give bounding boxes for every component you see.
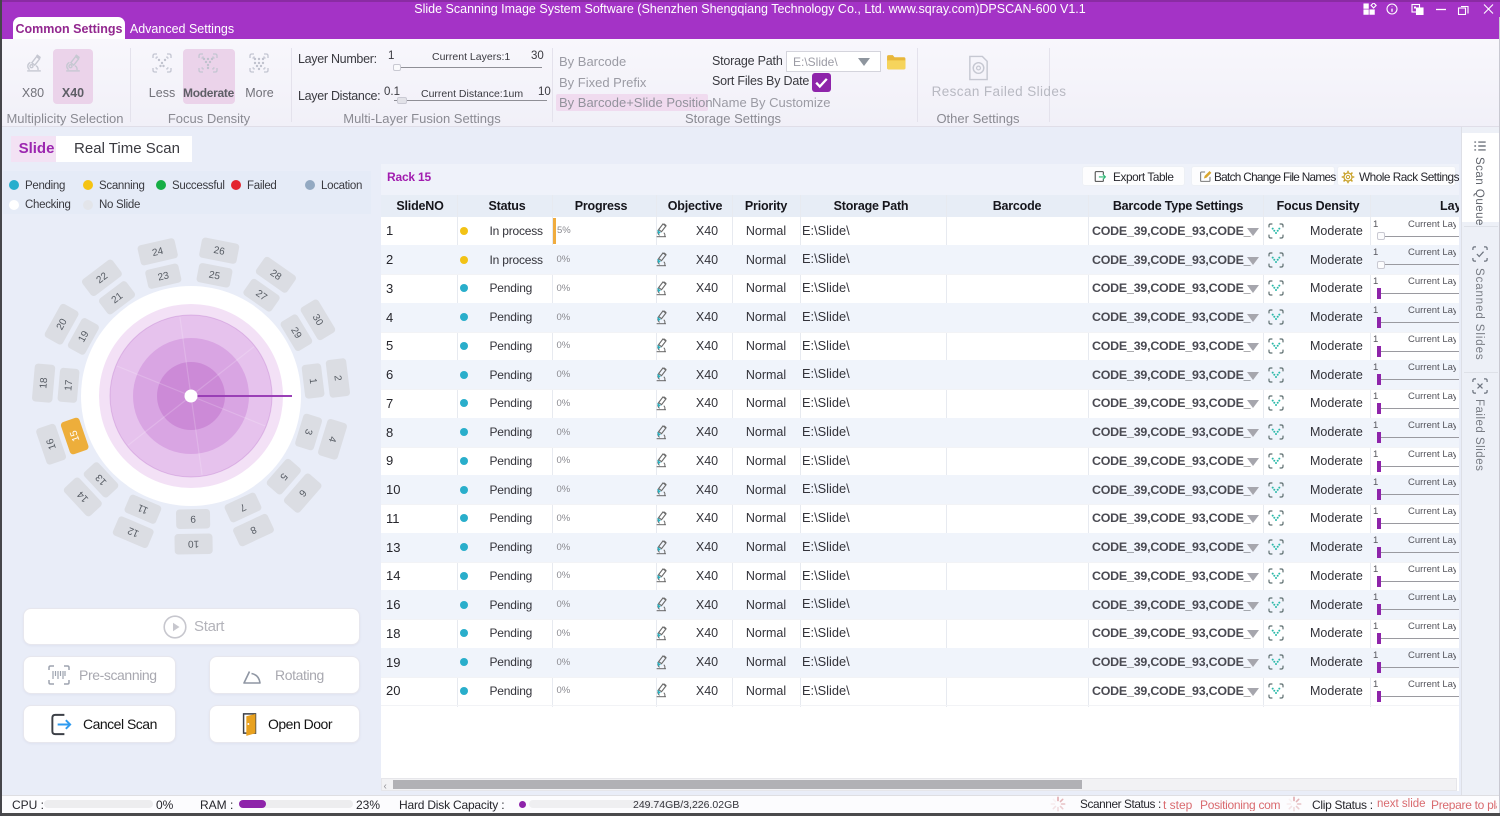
svg-text:17: 17	[63, 379, 75, 391]
svg-text:10: 10	[187, 538, 199, 549]
svg-text:9: 9	[190, 513, 196, 524]
svg-text:18: 18	[38, 377, 50, 389]
